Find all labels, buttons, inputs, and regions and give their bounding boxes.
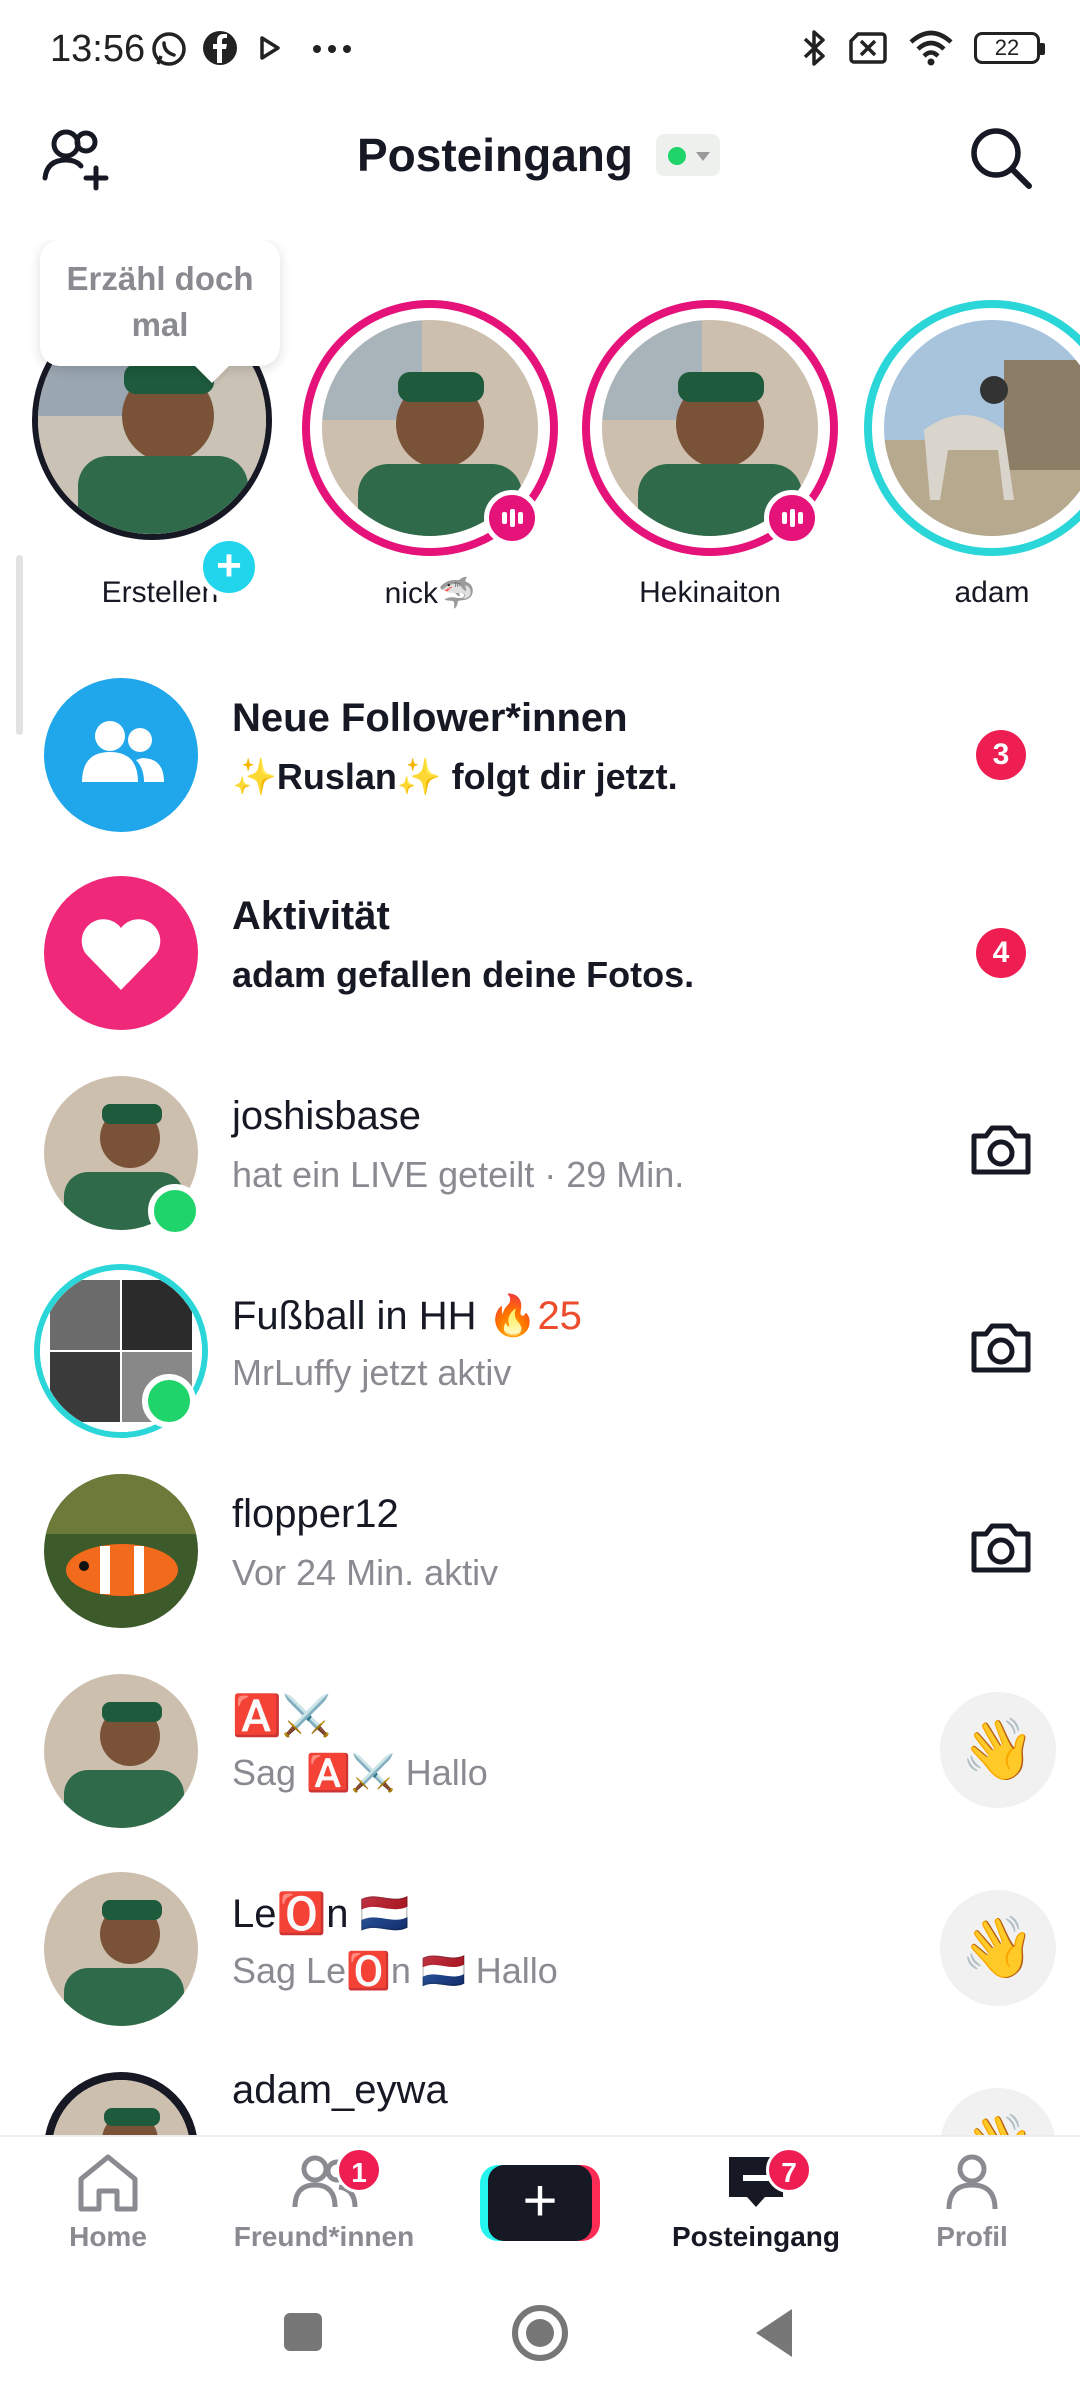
row-subtitle: hat ein LIVE geteilt · 29 Min. bbox=[232, 1154, 685, 1195]
back-button[interactable] bbox=[756, 2309, 792, 2357]
camera-icon[interactable] bbox=[966, 1512, 1036, 1582]
nav-inbox[interactable]: 7 Posteingang bbox=[656, 2147, 856, 2253]
camera-icon[interactable] bbox=[966, 1312, 1036, 1382]
row-subtitle: MrLuffy jetzt aktiv bbox=[232, 1352, 512, 1393]
avatar bbox=[44, 2072, 198, 2135]
plus-icon: + bbox=[488, 2165, 592, 2241]
inbox-header: Posteingang bbox=[0, 110, 1080, 200]
avatar bbox=[44, 1474, 198, 1628]
avatar bbox=[44, 1674, 198, 1828]
story-name: Hekinaiton bbox=[639, 576, 781, 609]
search-icon[interactable] bbox=[965, 122, 1035, 192]
profile-icon bbox=[946, 2154, 998, 2210]
home-button[interactable] bbox=[512, 2305, 568, 2361]
friends-badge: 1 bbox=[336, 2147, 382, 2193]
unread-count-badge: 4 bbox=[976, 928, 1026, 978]
play-icon bbox=[260, 36, 280, 60]
online-status-dot bbox=[668, 147, 686, 165]
story-avatar-ring bbox=[864, 300, 1080, 556]
wave-button[interactable]: 👋 bbox=[940, 1692, 1056, 1808]
row-title: Neue Follower*innen bbox=[232, 696, 628, 740]
row-title: Le🅾️n 🇳🇱 bbox=[232, 1892, 410, 1936]
online-indicator bbox=[142, 1374, 196, 1428]
status-bar: 13:56 22 bbox=[0, 0, 1080, 100]
inbox-row-new-followers[interactable]: Neue Follower*innen ✨Ruslan✨ folgt dir j… bbox=[0, 668, 1080, 832]
heart-icon bbox=[44, 876, 198, 1030]
row-subtitle: Sag Le🅾️n 🇳🇱 Hallo bbox=[232, 1950, 558, 1991]
story-item[interactable]: adam bbox=[862, 300, 1080, 610]
chat-row[interactable]: adam_eywa 👋 bbox=[0, 2062, 1080, 2135]
avatar bbox=[44, 1872, 198, 2026]
bottom-nav: Home 1 Freund*innen + 7 Posteingang Prof… bbox=[0, 2135, 1080, 2275]
row-subtitle: Sag 🅰️⚔️ Hallo bbox=[232, 1752, 488, 1793]
home-icon bbox=[78, 2154, 138, 2212]
streak-count: 25 bbox=[537, 1294, 582, 1338]
group-chat-row[interactable]: Fußball in HH 🔥25 MrLuffy jetzt aktiv bbox=[0, 1264, 1080, 1438]
story-name: adam bbox=[954, 576, 1030, 609]
row-title: adam_eywa bbox=[232, 2068, 448, 2112]
wifi-icon bbox=[909, 30, 953, 66]
add-story-button[interactable]: + bbox=[198, 536, 260, 598]
row-title: flopper12 bbox=[232, 1492, 399, 1536]
page-title: Posteingang bbox=[356, 129, 634, 181]
inbox-row-activity[interactable]: Aktivität adam gefallen deine Fotos. 4 bbox=[0, 866, 1080, 1030]
battery-icon: 22 bbox=[974, 32, 1045, 64]
live-badge-icon bbox=[484, 490, 540, 546]
system-nav-bar bbox=[0, 2275, 1080, 2400]
nav-label: Profil bbox=[936, 2221, 1008, 2252]
wave-button[interactable]: 👋 bbox=[940, 2088, 1056, 2135]
story-name: nick🦈 bbox=[384, 577, 476, 610]
avatar bbox=[878, 314, 1080, 542]
row-subtitle: adam gefallen deine Fotos. bbox=[232, 954, 695, 995]
whatsapp-icon bbox=[152, 32, 186, 66]
create-button[interactable]: + bbox=[480, 2165, 600, 2241]
nav-home[interactable]: Home bbox=[8, 2151, 208, 2253]
battery-level: 22 bbox=[994, 35, 1020, 60]
chat-row[interactable]: flopper12 Vor 24 Min. aktiv bbox=[0, 1464, 1080, 1628]
nav-label: Home bbox=[69, 2221, 147, 2252]
nav-label: Freund*innen bbox=[233, 2221, 415, 2252]
unread-count-badge: 3 bbox=[976, 730, 1026, 780]
story-avatar-ring bbox=[582, 300, 838, 556]
recents-button[interactable] bbox=[284, 2313, 322, 2351]
chat-row[interactable]: Le🅾️n 🇳🇱 Sag Le🅾️n 🇳🇱 Hallo 👋 bbox=[0, 1862, 1080, 2026]
chevron-down-icon bbox=[696, 152, 710, 161]
group-name: Fußball in HH 🔥 bbox=[232, 1294, 538, 1338]
row-title: joshisbase bbox=[232, 1094, 422, 1138]
wave-button[interactable]: 👋 bbox=[940, 1890, 1056, 2006]
chat-row[interactable]: 🅰️⚔️ Sag 🅰️⚔️ Hallo 👋 bbox=[0, 1664, 1080, 1828]
camera-icon[interactable] bbox=[966, 1114, 1036, 1184]
story-item[interactable]: Hekinaiton bbox=[580, 300, 840, 610]
story-tooltip: Erzähl doch mal bbox=[40, 240, 280, 366]
chat-row[interactable]: joshisbase hat ein LIVE geteilt · 29 Min… bbox=[0, 1066, 1080, 1238]
nav-profile[interactable]: Profil bbox=[872, 2151, 1072, 2253]
row-subtitle: ✨Ruslan✨ folgt dir jetzt. bbox=[232, 756, 678, 797]
inbox-badge: 7 bbox=[766, 2147, 812, 2193]
row-subtitle: Vor 24 Min. aktiv bbox=[232, 1552, 499, 1593]
stories-row: + Erstellen nick🦈 Hekinaiton adam Erzähl… bbox=[0, 240, 1080, 610]
status-time: 13:56 bbox=[50, 28, 146, 70]
sim-off-icon bbox=[849, 32, 887, 64]
bluetooth-icon bbox=[803, 30, 825, 66]
nav-friends[interactable]: 1 Freund*innen bbox=[224, 2147, 424, 2253]
online-indicator bbox=[148, 1184, 202, 1238]
followers-icon bbox=[44, 678, 198, 832]
nav-label: Posteingang bbox=[671, 2221, 840, 2252]
row-title: Aktivität bbox=[232, 894, 390, 938]
live-badge-icon bbox=[764, 490, 820, 546]
row-title: 🅰️⚔️ bbox=[232, 1694, 332, 1738]
story-item[interactable]: nick🦈 bbox=[300, 300, 560, 610]
online-status-toggle[interactable] bbox=[656, 134, 720, 176]
more-dots-icon bbox=[313, 45, 351, 53]
row-title: Fußball in HH 🔥25 bbox=[232, 1292, 582, 1339]
facebook-icon bbox=[203, 31, 237, 65]
story-avatar-ring bbox=[302, 300, 558, 556]
